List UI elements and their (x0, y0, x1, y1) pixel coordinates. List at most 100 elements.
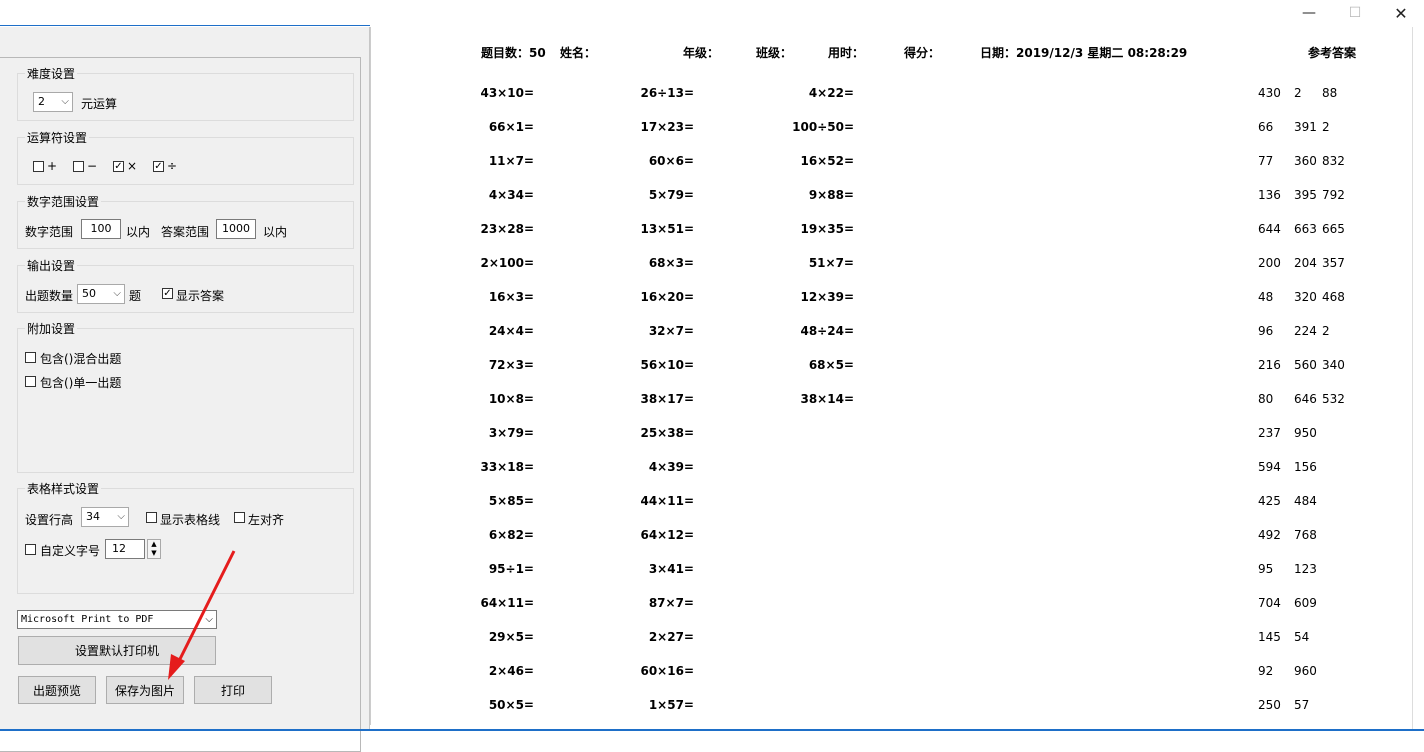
operator-label-3: ÷ (167, 159, 178, 173)
class-header: 班级： (756, 46, 793, 60)
question-item: 64×12= (640, 528, 694, 542)
answer-item: 54 (1294, 630, 1310, 644)
question-item: 50×5= (488, 698, 534, 712)
answer-item: 609 (1294, 596, 1317, 610)
question-item: 68×3= (648, 256, 694, 270)
question-item: 3×41= (648, 562, 694, 576)
question-item: 29×5= (488, 630, 534, 644)
answer-item: 430 (1258, 86, 1281, 100)
mixed-paren-label: 包含()混合出题 (40, 352, 122, 366)
question-item: 48÷24= (800, 324, 854, 338)
mixed-paren-checkbox[interactable] (25, 352, 36, 363)
font-size-input[interactable]: 12 (105, 539, 145, 559)
answer-item: 200 (1258, 256, 1281, 270)
operator-checkbox-2[interactable]: ✓ (113, 161, 124, 172)
range-group: 数字范围设置 数字范围 100 以内 答案范围 1000 以内 (17, 193, 354, 249)
answer-item: 204 (1294, 256, 1317, 270)
answer-item: 792 (1322, 188, 1345, 202)
operator-checkbox-3[interactable]: ✓ (153, 161, 164, 172)
maximize-icon[interactable]: ☐ (1332, 0, 1378, 26)
save-image-button[interactable]: 保存为图片 (106, 676, 184, 704)
minimize-icon[interactable]: — (1286, 0, 1332, 26)
question-item: 64×11= (480, 596, 534, 610)
answer-item: 48 (1258, 290, 1274, 304)
answer-item: 320 (1294, 290, 1317, 304)
question-count-header: 题目数：50 (481, 46, 546, 60)
row-height-label: 设置行高 (25, 513, 74, 527)
answer-item: 532 (1322, 392, 1345, 406)
operands-suffix: 元运算 (81, 97, 118, 111)
print-button[interactable]: 打印 (194, 676, 272, 704)
answer-item: 123 (1294, 562, 1317, 576)
answer-item: 66 (1258, 120, 1274, 134)
operator-checkbox-0[interactable] (33, 161, 44, 172)
question-item: 4×22= (808, 86, 854, 100)
operator-label-2: × (127, 159, 138, 173)
printer-select[interactable]: Microsoft Print to PDF ⌵ (17, 610, 217, 629)
question-item: 23×28= (480, 222, 534, 236)
question-count-label: 出题数量 (25, 289, 74, 303)
range-legend: 数字范围设置 (25, 193, 102, 210)
question-item: 43×10= (480, 86, 534, 100)
answer-item: 644 (1258, 222, 1281, 236)
preview-button[interactable]: 出题预览 (18, 676, 96, 704)
set-default-printer-button[interactable]: 设置默认打印机 (18, 636, 216, 665)
question-item: 72×3= (488, 358, 534, 372)
table-style-legend: 表格样式设置 (25, 480, 102, 497)
single-paren-checkbox[interactable] (25, 376, 36, 387)
answer-item: 250 (1258, 698, 1281, 712)
answer-item: 88 (1322, 86, 1338, 100)
answer-item: 2 (1294, 86, 1302, 100)
answer-item: 77 (1258, 154, 1274, 168)
answer-item: 57 (1294, 698, 1310, 712)
question-item: 16×3= (488, 290, 534, 304)
single-paren-label: 包含()单一出题 (40, 376, 122, 390)
answer-item: 950 (1294, 426, 1317, 440)
gridlines-checkbox[interactable] (146, 512, 157, 523)
output-group: 输出设置 出题数量 50 ⌵ 题 ✓ 显示答案 (17, 257, 354, 313)
question-item: 38×17= (640, 392, 694, 406)
question-item: 13×51= (640, 222, 694, 236)
custom-font-size-checkbox[interactable] (25, 544, 36, 555)
question-item: 5×79= (648, 188, 694, 202)
question-item: 12×39= (800, 290, 854, 304)
question-item: 9×88= (808, 188, 854, 202)
score-header: 得分： (904, 46, 941, 60)
question-item: 51×7= (808, 256, 854, 270)
answer-item: 768 (1294, 528, 1317, 542)
difficulty-group: 难度设置 2 ⌵ 元运算 (17, 65, 354, 121)
answer-item: 468 (1322, 290, 1345, 304)
gridlines-label: 显示表格线 (160, 513, 221, 527)
show-answer-checkbox[interactable]: ✓ (162, 288, 173, 299)
grade-header: 年级： (683, 46, 720, 60)
answer-range-label: 答案范围 (161, 225, 210, 239)
number-range-input[interactable]: 100 (81, 219, 121, 239)
question-item: 1×57= (648, 698, 694, 712)
question-count-select[interactable]: 50 ⌵ (77, 284, 125, 304)
operator-checkbox-1[interactable] (73, 161, 84, 172)
left-align-checkbox[interactable] (234, 512, 245, 523)
answer-item: 594 (1258, 460, 1281, 474)
row-height-select[interactable]: 34 ⌵ (81, 507, 129, 527)
answer-item: 832 (1322, 154, 1345, 168)
answer-item: 136 (1258, 188, 1281, 202)
chevron-down-icon: ⌵ (117, 511, 125, 522)
answer-range-input[interactable]: 1000 (216, 219, 256, 239)
question-item: 2×27= (648, 630, 694, 644)
question-item: 4×34= (488, 188, 534, 202)
extra-legend: 附加设置 (25, 320, 78, 337)
question-item: 56×10= (640, 358, 694, 372)
question-item: 38×14= (800, 392, 854, 406)
answer-item: 663 (1294, 222, 1317, 236)
question-item: 87×7= (648, 596, 694, 610)
question-item: 32×7= (648, 324, 694, 338)
answer-item: 357 (1322, 256, 1345, 270)
right-edge-strip (1412, 27, 1424, 731)
answer-item: 2 (1322, 120, 1330, 134)
answer-item: 92 (1258, 664, 1274, 678)
font-size-stepper[interactable]: ▲ ▼ (147, 539, 161, 559)
close-icon[interactable]: ✕ (1378, 0, 1424, 26)
answer-item: 340 (1322, 358, 1345, 372)
answer-item: 156 (1294, 460, 1317, 474)
operands-select[interactable]: 2 ⌵ (33, 92, 73, 112)
